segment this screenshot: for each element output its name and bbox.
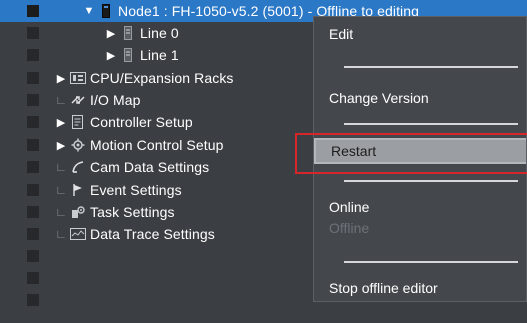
expand-arrow-icon[interactable]: ▶	[104, 27, 118, 40]
flag-icon	[70, 182, 86, 198]
menu-separator	[344, 180, 518, 182]
menu-item-stop-offline-editor[interactable]: Stop offline editor	[314, 275, 526, 301]
line-icon	[120, 47, 136, 63]
menu-item-offline: Offline	[329, 220, 370, 236]
row-marker	[27, 72, 39, 84]
row-marker	[27, 49, 39, 61]
tree-item-label: Event Settings	[90, 182, 182, 198]
menu-item-restart[interactable]: Restart	[314, 138, 526, 164]
task-icon	[70, 204, 86, 220]
tree-item-label: Motion Control Setup	[90, 137, 224, 153]
row-marker	[27, 206, 39, 218]
row-marker	[27, 161, 39, 173]
tree-item-label: Data Trace Settings	[90, 226, 215, 242]
row-marker	[27, 139, 39, 151]
row-marker	[27, 27, 39, 39]
row-marker	[27, 228, 39, 240]
row-marker	[27, 294, 39, 306]
tree-connector-icon: ∟	[55, 183, 67, 197]
menu-separator	[344, 123, 518, 125]
menu-item-edit[interactable]: Edit	[314, 21, 526, 47]
tree-connector-icon: ∟	[55, 160, 67, 174]
expand-arrow-icon[interactable]: ▼	[82, 5, 96, 17]
context-menu: Edit Change Version Restart Online Offli…	[313, 16, 527, 302]
line-icon	[120, 25, 136, 41]
tree-connector-icon: ∟	[55, 93, 67, 107]
controller-device-icon	[98, 3, 114, 19]
tree-item-label: Line 0	[140, 25, 179, 41]
expand-arrow-icon[interactable]: ▶	[54, 72, 68, 85]
menu-separator	[344, 66, 518, 68]
menu-separator	[344, 261, 518, 263]
tree-item-label: Task Settings	[90, 204, 175, 220]
tree-item-label: Cam Data Settings	[90, 159, 210, 175]
tree-item-label: Controller Setup	[90, 114, 193, 130]
tree-item-label: I/O Map	[90, 92, 141, 108]
trace-icon	[70, 226, 86, 242]
row-marker	[27, 184, 39, 196]
tree-item-label: CPU/Expansion Racks	[90, 70, 234, 86]
row-marker	[27, 94, 39, 106]
tree-item-label: Line 1	[140, 47, 179, 63]
expand-arrow-icon[interactable]: ▶	[54, 139, 68, 152]
menu-item-change-version[interactable]: Change Version	[314, 85, 526, 111]
row-marker	[27, 250, 39, 262]
row-marker	[27, 116, 39, 128]
row-marker	[27, 5, 39, 17]
io-map-icon	[70, 92, 86, 108]
controller-setup-icon	[70, 114, 86, 130]
cam-icon	[70, 159, 86, 175]
expand-arrow-icon[interactable]: ▶	[104, 49, 118, 62]
row-marker	[27, 272, 39, 284]
expand-arrow-icon[interactable]: ▶	[54, 116, 68, 129]
rack-icon	[70, 70, 86, 86]
gear-icon	[70, 137, 86, 153]
tree-connector-icon: ∟	[55, 227, 67, 241]
tree-connector-icon: ∟	[55, 205, 67, 219]
